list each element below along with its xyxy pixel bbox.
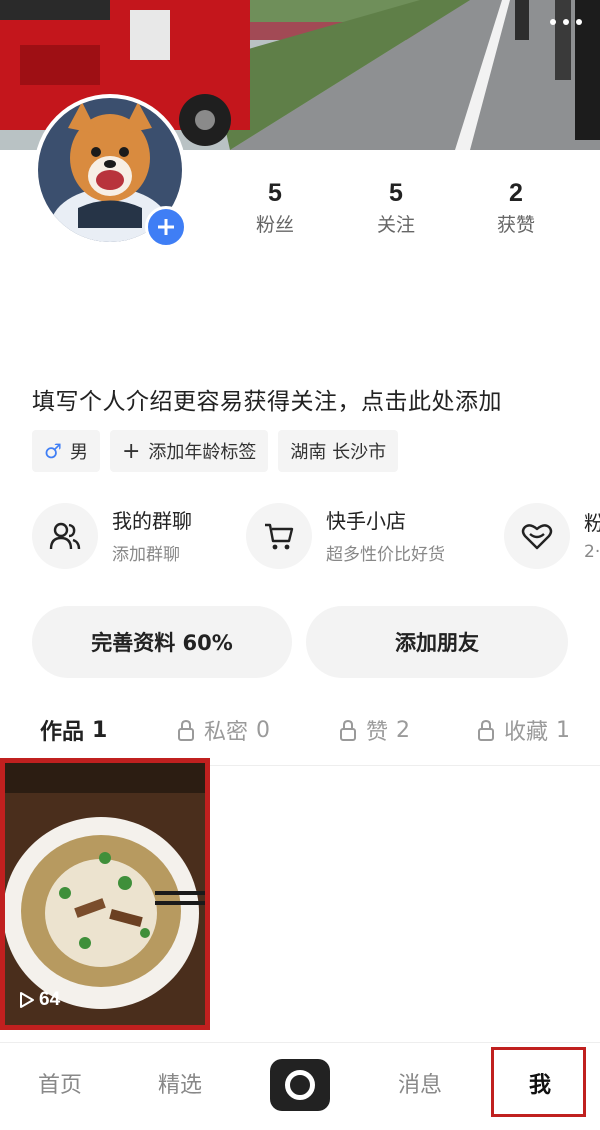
tab-favorites[interactable]: 收藏 1 (476, 714, 570, 746)
more-dots-icon[interactable] (546, 10, 586, 34)
stat-value: 5 (389, 179, 403, 207)
tab-count: 0 (256, 717, 271, 743)
play-count-value: 64 (39, 989, 61, 1010)
nav-messages[interactable]: 消息 (380, 1067, 460, 1099)
tab-count: 2 (396, 717, 411, 743)
complete-profile-button[interactable]: 完善资料 60% (32, 606, 292, 678)
profile-stats: 5 粉丝 5 关注 2 获赞 (0, 178, 600, 248)
feature-group-chat[interactable]: 我的群聊 添加群聊 (32, 503, 192, 569)
tab-private[interactable]: 私密 0 (176, 714, 270, 746)
profile-tags: ♂ 男 + 添加年龄标签 湖南 长沙市 (32, 430, 399, 472)
tab-count: 1 (92, 717, 108, 743)
nav-home[interactable]: 首页 (20, 1067, 100, 1099)
lock-icon (338, 719, 358, 741)
male-icon: ♂ (44, 439, 62, 463)
stat-label: 粉丝 (255, 214, 294, 236)
location-label: 湖南 长沙市 (290, 442, 387, 463)
fans-heart-icon (504, 503, 570, 569)
stat-following[interactable]: 5 关注 (346, 178, 446, 237)
stat-likes[interactable]: 2 获赞 (466, 178, 566, 237)
stat-value: 2 (509, 179, 523, 207)
stat-label: 获赞 (496, 214, 535, 236)
bio-placeholder[interactable]: 填写个人介绍更容易获得关注，点击此处添加 (32, 382, 502, 416)
location-tag[interactable]: 湖南 长沙市 (278, 430, 399, 472)
tab-works[interactable]: 作品 1 (40, 714, 107, 746)
stat-label: 关注 (376, 214, 415, 236)
tab-likes[interactable]: 赞 2 (338, 714, 410, 746)
plus-icon: + (121, 438, 141, 464)
nav-me-highlight (491, 1047, 586, 1117)
add-age-label: 添加年龄标签 (148, 442, 257, 463)
stat-fans[interactable]: 5 粉丝 (225, 178, 325, 237)
feature-title: 我的群聊 (112, 508, 192, 533)
group-chat-icon (32, 503, 98, 569)
feature-subtitle: 超多性价比好货 (326, 544, 445, 565)
noodle-photo (5, 763, 205, 1025)
tab-label: 赞 (366, 720, 389, 745)
gender-label: 男 (69, 442, 88, 463)
tab-label: 收藏 (504, 720, 549, 745)
feature-row: 我的群聊 添加群聊 快手小店 超多性价比好货 粉 2· (0, 503, 600, 577)
feature-subtitle: 添加群聊 (112, 544, 180, 565)
tab-label: 作品 (40, 720, 85, 745)
add-age-tag[interactable]: + 添加年龄标签 (109, 430, 269, 472)
play-count: 64 (19, 989, 60, 1011)
lock-icon (176, 719, 196, 741)
feature-fans[interactable]: 粉 2· (504, 503, 600, 569)
play-icon (20, 992, 34, 1008)
stat-value: 5 (268, 179, 282, 207)
feature-subtitle: 2· (584, 542, 600, 562)
gender-tag[interactable]: ♂ 男 (32, 430, 100, 472)
feature-title: 粉 (584, 511, 600, 535)
tab-label: 私密 (204, 720, 249, 745)
lock-icon (476, 719, 496, 741)
add-friends-button[interactable]: 添加朋友 (306, 606, 568, 678)
shopping-cart-icon (246, 503, 312, 569)
feature-shop[interactable]: 快手小店 超多性价比好货 (246, 503, 445, 569)
tab-count: 1 (556, 717, 571, 743)
nav-featured[interactable]: 精选 (140, 1067, 220, 1099)
camera-icon[interactable] (270, 1059, 330, 1111)
feature-title: 快手小店 (326, 508, 406, 533)
work-thumbnail[interactable]: 64 (0, 758, 210, 1030)
